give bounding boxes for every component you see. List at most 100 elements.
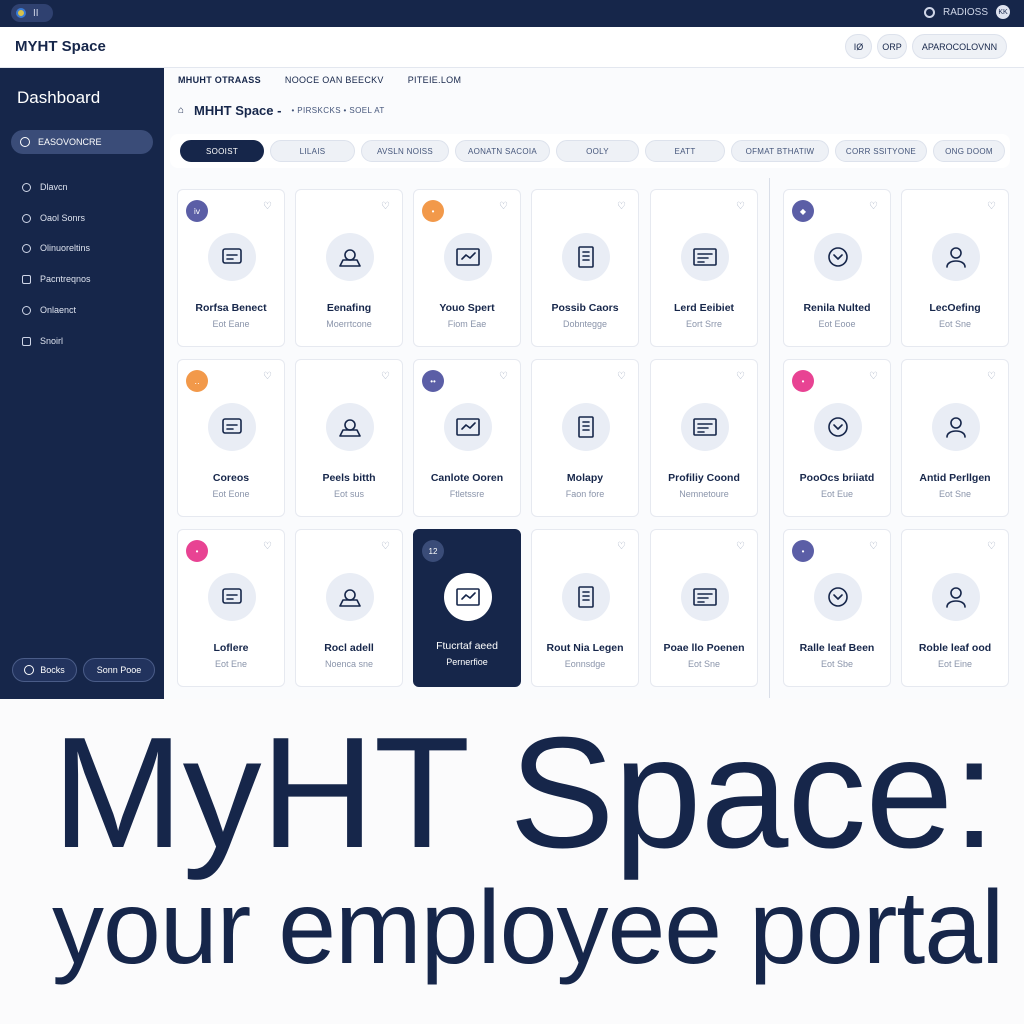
app-tile[interactable]: • ♡ Loflere Eot Ene: [177, 529, 285, 687]
favorite-icon[interactable]: ♡: [499, 372, 508, 382]
breadcrumb-item[interactable]: MHUHT OTRAASS: [178, 75, 261, 85]
tile-title: Peels bitth: [322, 472, 376, 484]
sidebar-bottom-button-right[interactable]: Sonn Pooe: [83, 658, 155, 682]
favorite-icon[interactable]: ♡: [263, 542, 272, 552]
app-tile[interactable]: ♡ Antid Perllgen Eot Sne: [901, 359, 1009, 517]
header-button-1[interactable]: IØ: [845, 34, 872, 59]
header-button-3[interactable]: APAROCOLOVNN: [912, 34, 1007, 59]
favorite-icon[interactable]: ♡: [499, 202, 508, 212]
app-tile[interactable]: ♡ Lerd Eeibiet Eort Srre: [650, 189, 758, 347]
tile-icon: [681, 233, 729, 281]
app-tile[interactable]: ⅳ ♡ Rorfsa Benect Eot Eane: [177, 189, 285, 347]
app-tile[interactable]: ♡ Eenafing Moerrtcone: [295, 189, 403, 347]
tile-subtitle: Ftletssre: [449, 489, 485, 499]
sidebar-item-5[interactable]: Onlaenct: [22, 305, 76, 315]
sidebar-item-label: Olinuoreltins: [40, 243, 91, 253]
app-tile[interactable]: ♡ Roble leaf ood Eot Eine: [901, 529, 1009, 687]
favorite-icon[interactable]: ♡: [617, 372, 626, 382]
app-tile[interactable]: ♡ Poae llo Poenen Eot Sne: [650, 529, 758, 687]
favorite-icon[interactable]: ♡: [869, 372, 878, 382]
app-tile[interactable]: ♡ Rocl adell Noenca sne: [295, 529, 403, 687]
app-tile[interactable]: ♡ Possib Caors Dobntegge: [531, 189, 639, 347]
tile-title: Ftucrtaf aeed: [436, 640, 498, 652]
tile-subtitle: Nemnetoure: [679, 489, 729, 499]
tile-icon: [444, 573, 492, 621]
tile-title: Renila Nulted: [803, 302, 871, 314]
tile-subtitle: Pernerfioe: [446, 657, 488, 667]
tile-title: Poae llo Poenen: [663, 642, 745, 654]
hero-tagline: your employee portal: [52, 870, 1004, 986]
tile-title: Loflere: [213, 642, 249, 654]
tab-7[interactable]: OFMAT BTHATIW: [731, 140, 829, 162]
tab-3[interactable]: AVSLN NOISS: [361, 140, 449, 162]
tab-1[interactable]: SOOIST: [180, 140, 264, 162]
app-tile[interactable]: 12 Ftucrtaf aeed Pernerfioe: [413, 529, 521, 687]
header-button-2[interactable]: ORP: [877, 34, 907, 59]
tile-title: Lerd Eeibiet: [673, 302, 735, 314]
workspace-icon: [16, 8, 26, 18]
tile-title: Rout Nia Legen: [546, 642, 624, 654]
tile-badge: 12: [422, 540, 444, 562]
sidebar-item-active[interactable]: EASOVONCRE: [11, 130, 153, 154]
workspace-switcher[interactable]: II: [11, 4, 53, 22]
favorite-icon[interactable]: ♡: [869, 542, 878, 552]
sidebar-item-2[interactable]: Oaol Sonrs: [22, 213, 85, 223]
favorite-icon[interactable]: ♡: [736, 542, 745, 552]
favorite-icon[interactable]: ♡: [736, 372, 745, 382]
favorite-icon[interactable]: ♡: [987, 542, 996, 552]
sidebar-item-4[interactable]: Pacntreqnos: [22, 274, 91, 284]
tab-2[interactable]: LILAIS: [270, 140, 355, 162]
favorite-icon[interactable]: ♡: [869, 202, 878, 212]
favorite-icon[interactable]: ♡: [381, 372, 390, 382]
app-tile[interactable]: • ♡ PooOcs briiatd Eot Eue: [783, 359, 891, 517]
breadcrumb-item[interactable]: NOOCE OAN BEECKV: [285, 75, 384, 85]
favorite-icon[interactable]: ♡: [263, 372, 272, 382]
app-tile[interactable]: ♡ Peels bitth Eot sus: [295, 359, 403, 517]
tile-badge: •: [792, 540, 814, 562]
sidebar-item-3[interactable]: Olinuoreltins: [22, 243, 90, 253]
favorite-icon[interactable]: ♡: [987, 202, 996, 212]
app-tile[interactable]: •• ♡ Canlote Ooren Ftletssre: [413, 359, 521, 517]
favorite-icon[interactable]: ♡: [381, 542, 390, 552]
user-label[interactable]: RADIOSS: [943, 7, 988, 18]
document-icon: [22, 274, 31, 284]
favorite-icon[interactable]: ♡: [617, 202, 626, 212]
favorite-icon[interactable]: ♡: [263, 202, 272, 212]
app-tile[interactable]: • ♡ Ralle leaf Been Eot Sbe: [783, 529, 891, 687]
app-tile[interactable]: ♡ Profiliy Coond Nemnetoure: [650, 359, 758, 517]
tile-subtitle: Eot Eue: [820, 489, 854, 499]
favorite-icon[interactable]: ♡: [617, 542, 626, 552]
app-header: MYHT Space IØ ORP APAROCOLOVNN: [0, 27, 1024, 68]
tile-title: LecOefing: [929, 302, 981, 314]
app-tile[interactable]: ♡ Rout Nia Legen Eonnsdge: [531, 529, 639, 687]
top-system-bar: II RADIOSS KK: [0, 0, 1024, 27]
favorite-icon[interactable]: ♡: [736, 202, 745, 212]
app-tile[interactable]: ◆ ♡ Renila Nulted Eot Eooe: [783, 189, 891, 347]
column-divider: [769, 178, 770, 698]
app-tile[interactable]: ♡ Molapy Faon fore: [531, 359, 639, 517]
app-tile[interactable]: ♡ LecOefing Eot Sne: [901, 189, 1009, 347]
app-tile[interactable]: ‥ ♡ Coreos Eot Eone: [177, 359, 285, 517]
sidebar-item-6[interactable]: Snoirl: [22, 336, 63, 346]
settings-icon: [22, 182, 31, 192]
favorite-icon[interactable]: ♡: [987, 372, 996, 382]
breadcrumb-item[interactable]: PITEIE.LOM: [408, 75, 462, 85]
tab-6[interactable]: EATT: [645, 140, 725, 162]
tab-5[interactable]: OOLY: [556, 140, 639, 162]
app-tile[interactable]: • ♡ Youo Spert Fiom Eae: [413, 189, 521, 347]
avatar[interactable]: KK: [996, 5, 1010, 19]
tile-badge: ⅳ: [186, 200, 208, 222]
tab-4[interactable]: AONATN SACOIA: [455, 140, 550, 162]
sidebar-item-1[interactable]: Dlavcn: [22, 182, 68, 192]
favorite-icon[interactable]: ♡: [381, 202, 390, 212]
notification-icon[interactable]: [923, 6, 935, 18]
tab-8[interactable]: CORR SSITYONE: [835, 140, 927, 162]
subheader-links[interactable]: • PIRSKCKS • SOEL AT: [291, 106, 384, 115]
tile-title: Ralle leaf Been: [799, 642, 875, 654]
sidebar-bottom-button-left[interactable]: Bocks: [12, 658, 77, 682]
tile-title: Profiliy Coond: [668, 472, 740, 484]
breadcrumb: MHUHT OTRAASS NOOCE OAN BEECKV PITEIE.LO…: [178, 75, 461, 85]
tab-9[interactable]: ONG DOOM: [933, 140, 1005, 162]
tile-title: Possib Caors: [551, 302, 619, 314]
tile-subtitle: Eot sus: [333, 489, 364, 499]
